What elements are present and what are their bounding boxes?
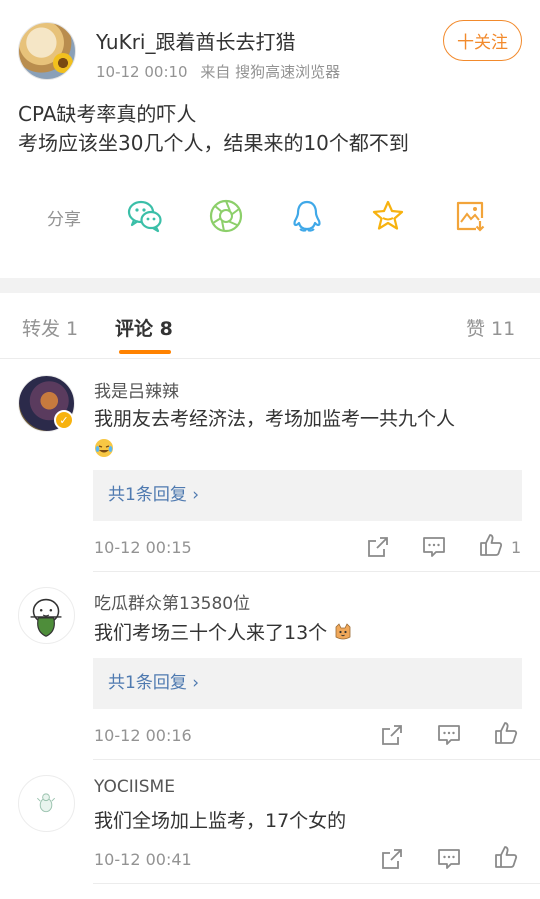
- post-content: CPA缺考率真的吓人 考场应该坐30几个人，结果来的10个都不到: [18, 100, 409, 158]
- share-label: 分享: [47, 210, 81, 230]
- post-author-avatar[interactable]: [18, 22, 76, 80]
- like-count: 1: [511, 538, 522, 557]
- comment-icon[interactable]: [436, 722, 462, 748]
- sunflower-icon: [53, 53, 73, 73]
- laugh-cry-emoji-icon: [95, 439, 113, 457]
- comment-icon[interactable]: [436, 846, 462, 872]
- avatar[interactable]: [18, 587, 75, 644]
- post-author-name[interactable]: YuKri_跟着酋长去打猎: [96, 26, 296, 55]
- comment-text: 我们全场加上监考，17个女的: [94, 810, 347, 832]
- comment-time: 10-12 00:16: [94, 726, 192, 745]
- comment-divider: [93, 759, 540, 760]
- reply-count-link[interactable]: 共1条回复 ›: [93, 470, 522, 521]
- comment-time: 10-12 00:41: [94, 850, 192, 869]
- verified-badge-icon: ✓: [54, 410, 74, 430]
- weibo-post: YuKri_跟着酋长去打猎 10-12 00:10 来自 搜狗高速浏览器 十关注…: [0, 0, 540, 278]
- comment-text: 我们考场三十个人来了13个: [94, 618, 526, 648]
- post-tabs: 转发 1 评论 8 赞 11: [0, 293, 540, 359]
- like-icon[interactable]: [493, 720, 519, 746]
- comment-divider: [93, 883, 540, 884]
- comment-text: 我朋友去考经济法，考场加监考一共九个人: [94, 404, 526, 464]
- like-icon[interactable]: [478, 532, 504, 558]
- comment-text-line: 我朋友去考经济法，考场加监考一共九个人: [94, 408, 456, 430]
- follow-button[interactable]: 十关注: [443, 20, 522, 61]
- qq-icon[interactable]: [289, 198, 325, 234]
- like-icon[interactable]: [493, 844, 519, 870]
- post-source: 来自 搜狗高速浏览器: [200, 63, 341, 81]
- avatar[interactable]: [18, 775, 75, 832]
- comment-divider: [93, 571, 540, 572]
- save-image-icon[interactable]: [452, 198, 488, 234]
- post-meta: 10-12 00:10 来自 搜狗高速浏览器: [96, 61, 348, 82]
- wechat-icon[interactable]: [127, 198, 163, 234]
- post-text-line: 考场应该坐30几个人，结果来的10个都不到: [18, 131, 409, 155]
- repost-icon[interactable]: [379, 846, 405, 872]
- comment-icon[interactable]: [421, 534, 447, 560]
- favorite-star-icon[interactable]: [370, 198, 406, 234]
- share-bar: 分享: [0, 194, 540, 238]
- comment-time: 10-12 00:15: [94, 538, 192, 557]
- commenter-name[interactable]: 吃瓜群众第13580位: [94, 589, 250, 614]
- tab-comments[interactable]: 评论 8: [115, 314, 173, 341]
- reply-count-link[interactable]: 共1条回复 ›: [93, 658, 522, 709]
- commenter-name[interactable]: 我是吕辣辣: [94, 377, 179, 402]
- post-time: 10-12 00:10: [96, 63, 188, 81]
- cat-emoji-icon: [335, 623, 351, 640]
- active-tab-indicator: [119, 350, 171, 354]
- moments-icon[interactable]: [208, 198, 244, 234]
- comment-text-line: 我们考场三十个人来了13个: [94, 622, 328, 644]
- repost-icon[interactable]: [379, 722, 405, 748]
- section-divider: [0, 278, 540, 293]
- commenter-name[interactable]: YOCIISME: [94, 777, 175, 797]
- repost-icon[interactable]: [365, 534, 391, 560]
- tab-repost[interactable]: 转发 1: [22, 314, 78, 341]
- tab-likes[interactable]: 赞 11: [466, 314, 515, 341]
- post-text-line: CPA缺考率真的吓人: [18, 102, 197, 126]
